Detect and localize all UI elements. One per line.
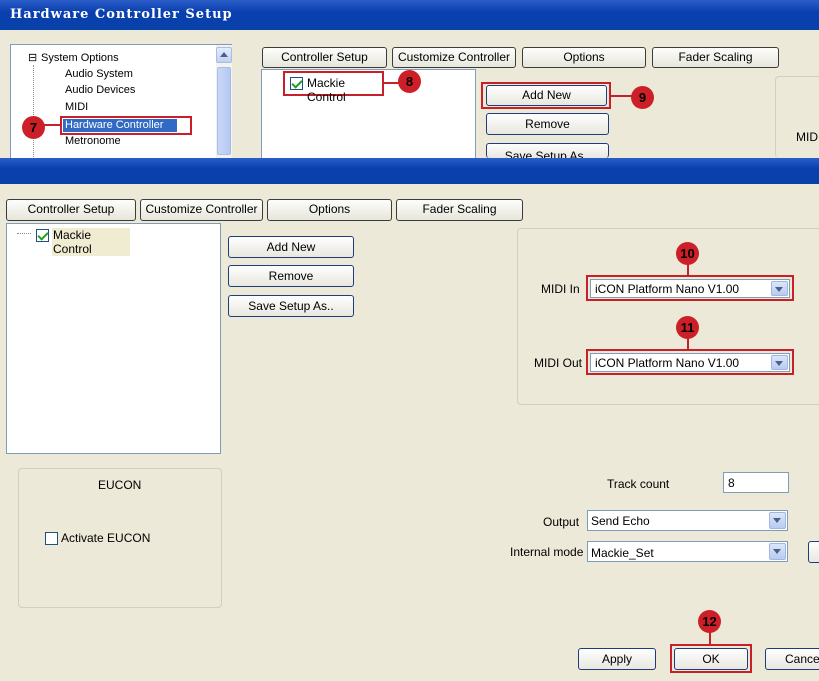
midi-panel: [517, 228, 819, 405]
chevron-up-icon: [220, 52, 228, 57]
callout-12: 12: [698, 610, 721, 633]
chevron-down-icon[interactable]: [769, 543, 786, 560]
add-new-button[interactable]: Add New: [228, 236, 354, 258]
top-tab-controller-setup[interactable]: Controller Setup: [262, 47, 387, 68]
top-remove-button[interactable]: Remove: [486, 113, 609, 135]
midi-in-select[interactable]: iCON Platform Nano V1.00: [590, 279, 790, 298]
tree-item-midi[interactable]: MIDI: [65, 101, 88, 113]
top-controller-checkbox[interactable]: [290, 77, 303, 90]
midi-in-label: MIDI In: [541, 282, 580, 296]
cancel-button[interactable]: Cance: [765, 648, 819, 670]
top-add-new-button[interactable]: Add New: [486, 85, 607, 106]
list-guide-line: [17, 233, 31, 234]
top-controller-label: Mackie Control: [307, 76, 346, 104]
main-window-titlebar: [0, 158, 819, 184]
output-value: Send Echo: [591, 514, 650, 528]
midi-out-value: iCON Platform Nano V1.00: [595, 356, 740, 370]
options-tree: ⊟ System Options Audio System Audio Devi…: [10, 44, 232, 158]
tree-item-audio-system[interactable]: Audio System: [65, 68, 133, 80]
eucon-title: EUCON: [98, 478, 142, 492]
controller-item-mackie[interactable]: Mackie Control: [34, 227, 130, 256]
top-controller-item-highlight[interactable]: Mackie Control: [283, 71, 384, 104]
mackie-control-checkbox[interactable]: [36, 229, 49, 242]
partial-side-button[interactable]: [808, 541, 819, 563]
top-tab-customize-controller[interactable]: Customize Controller: [392, 47, 516, 68]
callout-8: 8: [398, 70, 421, 93]
track-count-value: 8: [728, 476, 735, 490]
tree-collapse-icon[interactable]: ⊟: [28, 51, 37, 64]
internal-mode-select[interactable]: Mackie_Set: [587, 541, 788, 562]
tree-item-hardware-controller-highlight[interactable]: Hardware Controller: [60, 116, 192, 135]
controller-list: Mackie Control: [6, 223, 221, 454]
apply-button[interactable]: Apply: [578, 648, 656, 670]
track-count-input[interactable]: 8: [723, 472, 789, 493]
activate-eucon-checkbox[interactable]: [45, 532, 58, 545]
chevron-down-icon[interactable]: [769, 512, 786, 529]
mackie-control-label: Mackie Control: [52, 228, 130, 256]
callout-9: 9: [631, 86, 654, 109]
internal-mode-value: Mackie_Set: [591, 546, 654, 560]
save-setup-as-button[interactable]: Save Setup As..: [228, 295, 354, 317]
callout-7: 7: [22, 116, 45, 139]
tree-root-system-options[interactable]: System Options: [41, 52, 119, 64]
window-title: Hardware Controller Setup: [10, 7, 233, 22]
internal-mode-label: Internal mode: [510, 545, 584, 559]
tree-scrollbar[interactable]: [216, 45, 232, 158]
activate-eucon-label: Activate EUCON: [61, 531, 151, 545]
top-save-setup-button[interactable]: Save Setup As..: [486, 143, 609, 158]
midi-out-label: MIDI Out: [534, 356, 583, 370]
chevron-down-icon[interactable]: [771, 281, 788, 296]
callout-11: 11: [676, 316, 699, 339]
track-count-label: Track count: [607, 477, 670, 491]
tab-fader-scaling[interactable]: Fader Scaling: [396, 199, 523, 221]
scroll-up-button[interactable]: [216, 47, 232, 63]
scroll-thumb[interactable]: [217, 67, 231, 155]
top-midi-panel: [775, 76, 819, 158]
ok-button[interactable]: OK: [674, 648, 748, 670]
tree-item-metronome[interactable]: Metronome: [65, 135, 121, 147]
tree-item-audio-devices[interactable]: Audio Devices: [65, 84, 135, 96]
top-tab-options[interactable]: Options: [522, 47, 646, 68]
midi-in-value: iCON Platform Nano V1.00: [595, 282, 740, 296]
callout-line-12: [709, 632, 711, 644]
chevron-down-icon[interactable]: [771, 355, 788, 370]
output-select[interactable]: Send Echo: [587, 510, 788, 531]
tab-customize-controller[interactable]: Customize Controller: [140, 199, 263, 221]
tree-guide-line: [33, 65, 34, 157]
tab-options[interactable]: Options: [267, 199, 392, 221]
midi-out-select[interactable]: iCON Platform Nano V1.00: [590, 353, 790, 372]
top-tab-fader-scaling[interactable]: Fader Scaling: [652, 47, 779, 68]
output-label: Output: [543, 515, 580, 529]
top-midi-label-partial: MID: [796, 130, 818, 144]
callout-10: 10: [676, 242, 699, 265]
callout-line-9: [611, 95, 633, 97]
tab-controller-setup[interactable]: Controller Setup: [6, 199, 136, 221]
remove-button[interactable]: Remove: [228, 265, 354, 287]
tree-item-hardware-controller[interactable]: Hardware Controller: [65, 119, 163, 131]
top-window-titlebar: Hardware Controller Setup: [0, 0, 819, 30]
